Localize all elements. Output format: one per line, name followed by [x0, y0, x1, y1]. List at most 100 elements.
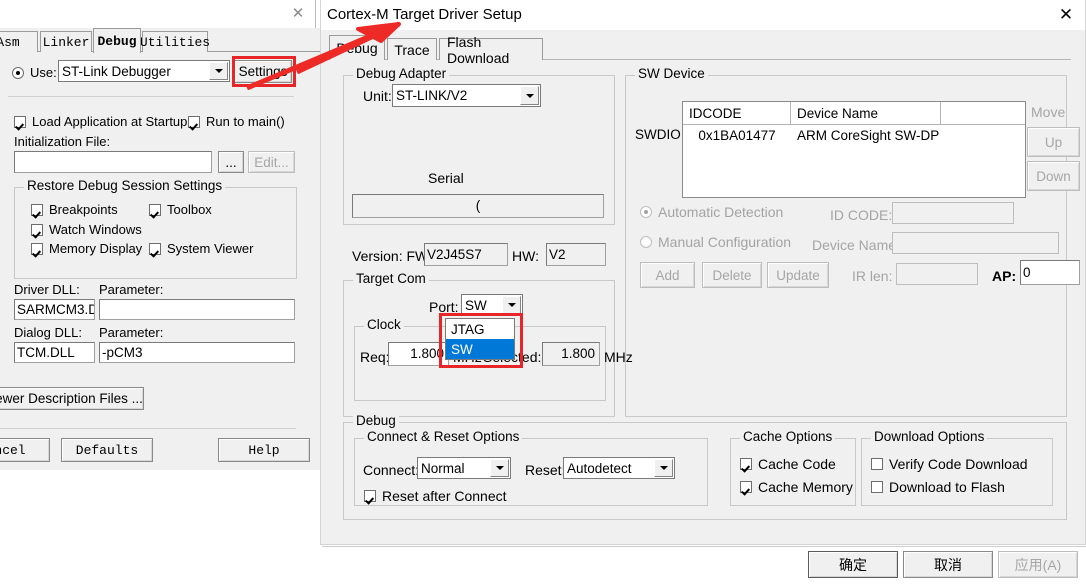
driver-parameter-label: Parameter: — [99, 282, 164, 297]
port-option-sw[interactable]: SW — [446, 339, 514, 359]
sw-device-group: SW Device SWDIO IDCODE Device Name 0x1BA… — [625, 67, 1080, 417]
verify-code-download-checkbox[interactable]: Verify Code Download — [871, 457, 1028, 471]
checkbox-icon — [740, 458, 752, 470]
checkbox-label: Cache Memory — [758, 479, 853, 495]
unit-select[interactable]: ST-LINK/V2 — [392, 84, 541, 107]
restore-group-title: Restore Debug Session Settings — [24, 179, 226, 193]
column-header-blank — [941, 102, 1025, 124]
debug-adapter-group-title: Debug Adapter — [353, 67, 450, 81]
port-option-jtag[interactable]: JTAG — [446, 319, 514, 339]
selected-clock-input: 1.800 — [542, 342, 600, 366]
fw-version-value: V2J45S7 — [427, 246, 482, 262]
cancel-button[interactable]: ncel — [0, 438, 50, 462]
edit-button-label: Edit... — [254, 154, 289, 170]
move-up-button: Up — [1027, 127, 1080, 157]
tab-flash-download[interactable]: Flash Download — [439, 34, 543, 66]
chevron-down-icon[interactable] — [654, 459, 673, 477]
cache-memory-checkbox[interactable]: Cache Memory — [740, 480, 853, 494]
checkbox-label: Watch Windows — [49, 222, 142, 237]
cell-idcode: 0x1BA01477 — [698, 128, 776, 143]
tab-label: Flash Download — [447, 33, 510, 66]
checkbox-icon — [740, 481, 752, 493]
unit-select-value: ST-LINK/V2 — [396, 88, 468, 103]
checkbox-label: System Viewer — [167, 241, 254, 256]
tab-label: Asm — [0, 34, 20, 50]
port-label: Port: — [429, 299, 459, 315]
dialog-parameter-input[interactable]: -pCM3 — [99, 342, 295, 363]
close-icon[interactable]: ✕ — [1055, 5, 1077, 24]
cancel-button[interactable]: 取消 — [903, 551, 993, 578]
debug-group: Debug Connect & Reset Options Connect: N… — [343, 414, 1067, 520]
serial-label: Serial — [428, 170, 464, 186]
chevron-down-icon[interactable] — [490, 459, 509, 477]
reset-select[interactable]: Autodetect — [563, 457, 675, 479]
description-files-button[interactable]: ewer Description Files ... — [0, 387, 144, 410]
fw-version-input[interactable]: V2J45S7 — [424, 243, 508, 266]
use-debugger-radio[interactable]: Use: — [12, 66, 57, 80]
use-label: Use: — [30, 65, 57, 80]
close-icon[interactable]: ✕ — [288, 4, 308, 22]
table-row[interactable]: 0x1BA01477 ARM CoreSight SW-DP — [683, 125, 1025, 146]
checkbox-label: Verify Code Download — [889, 456, 1028, 472]
sw-device-table[interactable]: IDCODE Device Name 0x1BA01477 ARM CoreSi… — [682, 101, 1026, 198]
cancel-button-label: 取消 — [934, 556, 962, 573]
settings-button[interactable]: Settings — [234, 60, 292, 83]
serial-input[interactable]: ( — [352, 194, 604, 218]
breakpoints-checkbox[interactable]: Breakpoints — [31, 203, 118, 217]
initialization-file-input[interactable] — [14, 151, 212, 173]
watch-windows-checkbox[interactable]: Watch Windows — [31, 223, 142, 237]
dialog-parameter-value: -pCM3 — [102, 344, 143, 360]
debug-group-title: Debug — [353, 414, 399, 428]
debugger-select[interactable]: ST-Link Debugger — [58, 60, 230, 82]
radio-dot-icon — [640, 236, 652, 248]
options-tabstrip: Asm Linker Debug Utilities — [0, 28, 320, 53]
tab-trace[interactable]: Trace — [387, 38, 437, 60]
tab-linker[interactable]: Linker — [40, 31, 92, 52]
browse-button[interactable]: ... — [218, 151, 244, 173]
toolbox-checkbox[interactable]: Toolbox — [149, 203, 212, 217]
driver-dll-input[interactable]: SARMCM3.DLL — [14, 299, 95, 320]
tab-asm[interactable]: Asm — [0, 31, 38, 52]
defaults-button[interactable]: Defaults — [61, 438, 153, 462]
checkbox-icon — [871, 481, 883, 493]
driver-parameter-input[interactable] — [99, 299, 295, 320]
run-to-main-checkbox[interactable]: Run to main() — [188, 115, 285, 129]
update-button: Update — [767, 262, 829, 288]
req-clock-input[interactable]: 1.800 — [388, 342, 449, 366]
reset-after-connect-checkbox[interactable]: Reset after Connect — [364, 489, 507, 503]
port-select-value: SW — [465, 297, 487, 313]
chevron-down-icon[interactable] — [520, 86, 539, 105]
connect-reset-options-group: Connect & Reset Options Connect: Normal … — [354, 430, 708, 506]
tab-utilities[interactable]: Utilities — [140, 31, 210, 52]
chevron-down-icon[interactable] — [209, 62, 228, 80]
automatic-detection-radio: Automatic Detection — [640, 205, 783, 219]
manual-configuration-radio: Manual Configuration — [640, 235, 791, 249]
chevron-down-icon[interactable] — [502, 296, 521, 314]
hw-version-value: V2 — [549, 246, 566, 262]
checkbox-label: Load Application at Startup — [32, 114, 188, 129]
checkbox-label: Run to main() — [206, 114, 285, 129]
cache-code-checkbox[interactable]: Cache Code — [740, 457, 836, 471]
ap-input[interactable]: 0 — [1020, 260, 1080, 285]
sw-device-group-title: SW Device — [635, 67, 708, 81]
memory-display-checkbox[interactable]: Memory Display — [31, 242, 142, 256]
debug-adapter-group: Debug Adapter Unit: ST-LINK/V2 Serial ( — [343, 67, 615, 225]
load-application-checkbox[interactable]: Load Application at Startup — [14, 115, 187, 129]
cache-options-group: Cache Options Cache Code Cache Memory — [730, 430, 856, 506]
tab-debug[interactable]: Debug — [329, 35, 385, 60]
download-options-group: Download Options Verify Code Download Do… — [861, 430, 1053, 506]
connect-select[interactable]: Normal — [417, 457, 511, 479]
port-select[interactable]: SW — [461, 294, 523, 316]
ok-button[interactable]: 确定 — [808, 551, 898, 578]
system-viewer-checkbox[interactable]: System Viewer — [149, 242, 253, 256]
download-to-flash-checkbox[interactable]: Download to Flash — [871, 480, 1005, 494]
port-dropdown-list[interactable]: JTAG SW — [445, 318, 515, 360]
dialog-dll-input[interactable]: TCM.DLL — [14, 342, 95, 363]
move-label: Move — [1031, 104, 1066, 120]
browse-button-label: ... — [225, 154, 237, 170]
tab-debug[interactable]: Debug — [93, 28, 141, 53]
help-button[interactable]: Help — [218, 438, 310, 462]
hw-version-input[interactable]: V2 — [546, 243, 606, 266]
edit-button: Edit... — [248, 151, 295, 173]
download-options-group-title: Download Options — [871, 430, 988, 444]
